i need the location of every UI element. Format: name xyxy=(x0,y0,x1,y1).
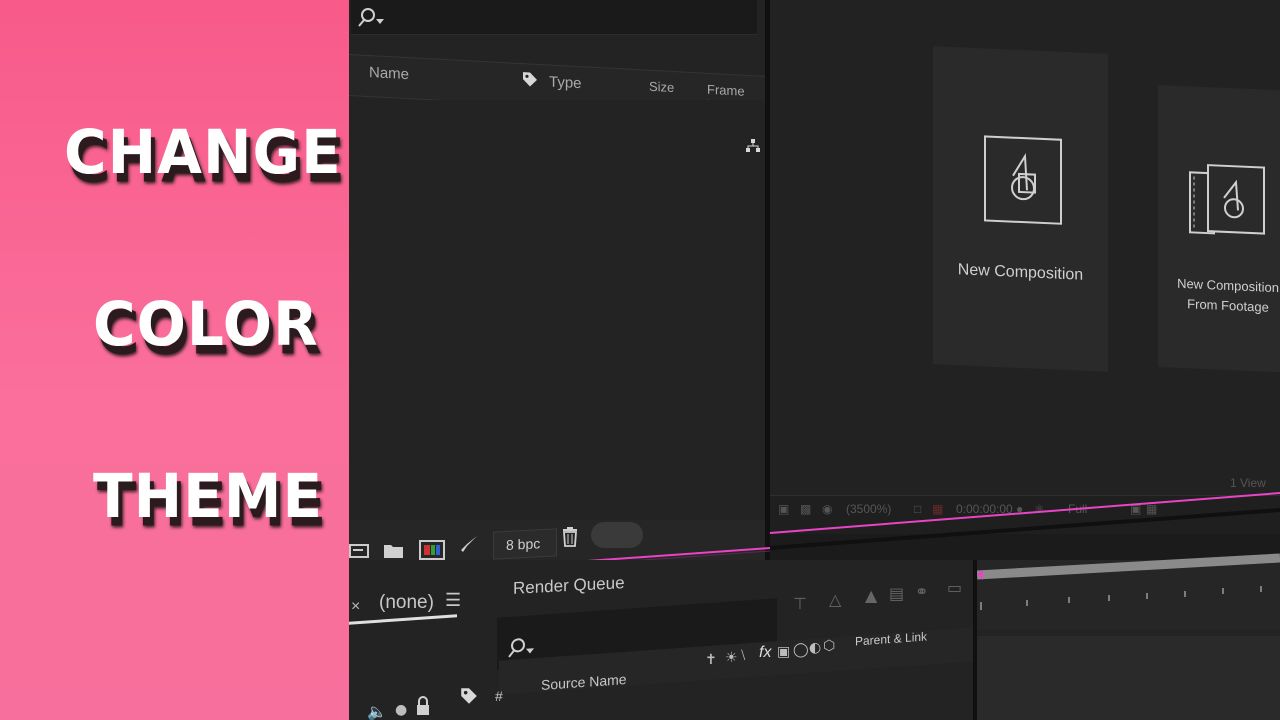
project-list-area[interactable] xyxy=(349,100,765,520)
viewer-toolbar: ▣ ▩ ◉ (3500%) □ ▦ 0:00:00:00 ● ⚛ Full ▣ … xyxy=(770,476,1280,534)
frame-blending-icon[interactable]: ▣ xyxy=(777,644,790,660)
search-icon[interactable] xyxy=(357,6,385,28)
region-icon[interactable]: ▣ xyxy=(1130,502,1141,516)
tab-menu-icon[interactable]: ☰ xyxy=(445,590,461,611)
banner-word-color: COLOR xyxy=(93,288,319,360)
3d-layer-icon[interactable]: △ xyxy=(829,590,841,609)
project-scrollbar[interactable] xyxy=(591,522,643,548)
new-composition-label: New Composition xyxy=(957,261,1084,284)
project-search-bar[interactable] xyxy=(351,0,757,35)
composition-from-footage-icon xyxy=(1189,164,1265,235)
timeline-track-area[interactable] xyxy=(977,636,1280,720)
search-icon[interactable] xyxy=(507,635,535,659)
transparency-grid-icon[interactable]: ▦ xyxy=(1146,502,1157,516)
composition-icon xyxy=(984,135,1062,225)
new-composition-from-footage-line1: New Composition xyxy=(1177,275,1279,296)
lock-icon[interactable] xyxy=(415,696,431,716)
clip-icon[interactable]: ⚭ xyxy=(915,582,928,601)
grid-icon[interactable]: ▦ xyxy=(932,502,943,516)
label-tag-icon[interactable] xyxy=(459,686,479,706)
project-panel: Name Type Size Frame R... 8 bpc xyxy=(349,0,765,568)
close-tab-icon[interactable]: × xyxy=(351,598,360,616)
interpret-footage-icon[interactable] xyxy=(349,542,371,560)
banner-word-change: CHANGE xyxy=(64,116,342,188)
fx-icon[interactable]: fx xyxy=(759,644,771,662)
new-composition-from-footage-line2: From Footage xyxy=(1187,296,1269,315)
graph-editor-icon[interactable]: ⊤ xyxy=(793,594,807,613)
views-dropdown[interactable]: 1 View xyxy=(1230,476,1266,490)
comp-tab[interactable]: (none) xyxy=(379,592,434,614)
time-ruler-marks xyxy=(977,553,1280,610)
new-composition-card[interactable]: New Composition xyxy=(933,46,1108,372)
column-layer-number[interactable]: # xyxy=(495,688,503,704)
mask-icon[interactable]: ◉ xyxy=(822,502,832,516)
active-tab-underline xyxy=(349,614,457,625)
render-queue-tab[interactable]: Render Queue xyxy=(513,573,625,599)
new-composition-icon[interactable] xyxy=(419,538,445,562)
trash-icon[interactable] xyxy=(561,526,579,548)
frame-blend-icon[interactable]: ▤ xyxy=(889,584,904,603)
zoom-dropdown[interactable]: (3500%) xyxy=(846,502,891,516)
flowchart-icon[interactable] xyxy=(745,138,761,154)
audio-icon[interactable]: 🔈 xyxy=(367,702,387,720)
timeline-panel: × (none) ☰ Render Queue ⊤ △ ▲ ▤ ⚭ ▭ ✝ ☀ … xyxy=(349,553,1280,720)
bpc-button[interactable]: 8 bpc xyxy=(493,528,557,560)
motion-blur-switch-icon[interactable]: ◯ xyxy=(793,642,809,658)
column-type[interactable]: Type xyxy=(549,73,582,92)
composition-flowchart-icon[interactable]: ▭ xyxy=(947,578,962,597)
quality-icon[interactable]: ⧵ xyxy=(741,648,745,664)
fit-icon[interactable]: □ xyxy=(914,502,921,516)
after-effects-window: Name Type Size Frame R... 8 bpc xyxy=(349,0,1280,720)
folder-icon[interactable] xyxy=(383,542,405,560)
motion-blur-icon[interactable]: ▲ xyxy=(865,586,877,605)
timecode[interactable]: 0:00:00:00 xyxy=(956,502,1013,516)
banner: CHANGE COLOR THEME xyxy=(0,0,349,720)
new-composition-from-footage-card[interactable]: New Composition From Footage xyxy=(1158,84,1280,374)
solo-icon[interactable]: ● xyxy=(395,702,407,718)
shy-icon[interactable]: ✝ xyxy=(705,652,717,668)
camera-icon[interactable]: ● xyxy=(1016,502,1023,516)
channel-icon[interactable]: ⚛ xyxy=(1034,502,1045,516)
rocket-icon[interactable] xyxy=(457,534,479,556)
composition-viewer: New Composition New Composition From Foo… xyxy=(770,0,1280,495)
resolution-dropdown[interactable]: Full xyxy=(1068,502,1087,516)
label-tag-icon[interactable] xyxy=(521,70,539,93)
snapshot-toggle-icon[interactable]: ▣ xyxy=(778,502,789,516)
column-name[interactable]: Name xyxy=(369,64,409,83)
column-size[interactable]: Size xyxy=(649,79,674,95)
3d-switch-icon[interactable]: ⬡ xyxy=(823,638,835,654)
monitor-icon[interactable]: ▩ xyxy=(800,502,811,516)
adjustment-layer-icon[interactable]: ◐ xyxy=(809,640,821,656)
collapse-icon[interactable]: ☀ xyxy=(725,650,738,666)
bpc-label: 8 bpc xyxy=(506,535,541,553)
banner-word-theme: THEME xyxy=(93,460,324,532)
